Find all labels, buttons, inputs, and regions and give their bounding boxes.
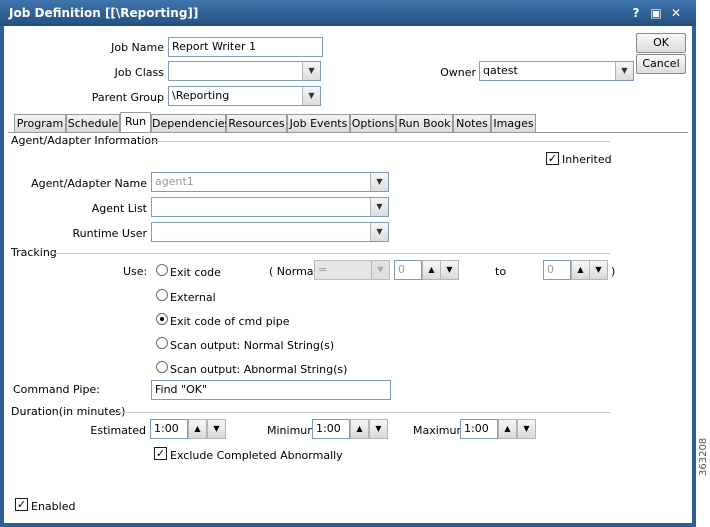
tracking-section-title: Tracking [11,246,57,259]
command-pipe-label: Command Pipe: [13,383,100,396]
spin-up-icon[interactable]: ▲ [422,260,441,280]
chevron-down-icon[interactable]: ▼ [302,87,320,105]
close-paren: ) [611,265,616,278]
estimated-label: Estimated [90,424,146,437]
job-name-input[interactable]: Report Writer 1 [168,37,323,57]
agent-name-label: Agent/Adapter Name [31,177,147,190]
job-class-label: Job Class [114,66,164,79]
spin-down-icon[interactable]: ▼ [589,260,608,280]
normal-operator-value: = [318,263,328,276]
chevron-down-icon[interactable]: ▼ [615,62,633,80]
normal-from-spinner[interactable]: 0 ▲ ▼ [394,260,460,280]
radio-scan-normal[interactable] [156,337,168,349]
radio-exit-code-label: Exit code [170,266,221,279]
job-name-label: Job Name [111,41,164,54]
runtime-user-select[interactable]: ▼ [151,222,389,242]
estimated-value[interactable]: 1:00 [150,419,188,439]
enabled-label: Enabled [31,500,76,513]
chevron-down-icon[interactable]: ▼ [370,198,388,216]
duration-section-line [112,412,610,413]
figure-id: 363208 [698,437,709,476]
chevron-down-icon[interactable]: ▼ [370,173,388,191]
spin-up-icon[interactable]: ▲ [350,419,369,439]
dialog-body: Job Name Report Writer 1 Job Class ▼ Par… [4,26,692,523]
spin-down-icon[interactable]: ▼ [369,419,388,439]
agent-list-label: Agent List [91,202,147,215]
close-icon[interactable]: ✕ [668,5,684,21]
radio-external-label: External [170,291,216,304]
help-icon[interactable]: ? [628,5,644,21]
inherited-checkbox[interactable]: ✓ [546,152,559,165]
radio-scan-abnormal-label: Scan output: Abnormal String(s) [170,363,348,376]
command-pipe-input[interactable]: Find "OK" [151,380,391,400]
runtime-user-label: Runtime User [72,227,147,240]
maximum-value[interactable]: 1:00 [460,419,498,439]
owner-value: qatest [483,64,518,77]
spin-down-icon[interactable]: ▼ [440,260,459,280]
parent-group-label: Parent Group [91,91,164,104]
normal-from-value[interactable]: 0 [394,260,422,280]
chevron-down-icon[interactable]: ▼ [371,261,389,279]
duration-section-title: Duration(in minutes) [11,405,126,418]
normal-to-spinner[interactable]: 0 ▲ ▼ [543,260,609,280]
parent-group-value: \Reporting [172,89,230,102]
ok-button[interactable]: OK [636,33,686,53]
to-label: to [495,265,507,278]
minimum-label: Minimum [267,424,318,437]
tab-run-book[interactable]: Run Book [396,114,453,133]
normal-operator-select[interactable]: = ▼ [314,260,390,280]
agent-name-select[interactable]: agent1 ▼ [151,172,389,192]
enabled-checkbox[interactable]: ✓ [15,498,28,511]
chevron-down-icon[interactable]: ▼ [370,223,388,241]
title-bar[interactable]: Job Definition [[\Reporting]] ? ▣ ✕ [0,0,696,26]
estimated-spinner[interactable]: 1:00 ▲ ▼ [150,419,228,439]
spin-down-icon[interactable]: ▼ [517,419,536,439]
spin-down-icon[interactable]: ▼ [207,419,226,439]
tab-images[interactable]: Images [491,114,536,133]
agent-name-value: agent1 [155,175,194,188]
chevron-down-icon[interactable]: ▼ [302,62,320,80]
restore-icon[interactable]: ▣ [648,5,664,21]
exclude-abnormal-checkbox[interactable]: ✓ [154,447,167,460]
minimum-spinner[interactable]: 1:00 ▲ ▼ [312,419,390,439]
owner-label: Owner [440,66,476,79]
radio-exit-code-cmd-pipe[interactable] [156,313,168,325]
owner-select[interactable]: qatest ▼ [479,61,634,81]
tab-job-events[interactable]: Job Events [287,114,350,133]
radio-exit-code-cmd-pipe-label: Exit code of cmd pipe [170,315,290,328]
spin-up-icon[interactable]: ▲ [571,260,590,280]
job-definition-window: Job Definition [[\Reporting]] ? ▣ ✕ Job … [0,0,696,527]
tab-panel-border [8,132,688,133]
minimum-value[interactable]: 1:00 [312,419,350,439]
radio-selected-dot [160,317,164,321]
maximum-spinner[interactable]: 1:00 ▲ ▼ [460,419,538,439]
tracking-section-line [54,253,610,254]
agent-section-title: Agent/Adapter Information [11,134,159,147]
exclude-abnormal-label: Exclude Completed Abnormally [170,449,343,462]
parent-group-select[interactable]: \Reporting ▼ [168,86,321,106]
spin-up-icon[interactable]: ▲ [498,419,517,439]
radio-scan-abnormal[interactable] [156,361,168,373]
use-label: Use: [123,265,148,278]
tab-dependencies[interactable]: Dependencies [151,114,230,133]
normal-label: ( Normal [269,265,317,278]
tab-run[interactable]: Run [120,112,151,133]
inherited-label: Inherited [562,153,612,166]
tab-options[interactable]: Options [350,114,396,133]
agent-list-select[interactable]: ▼ [151,197,389,217]
spin-up-icon[interactable]: ▲ [188,419,207,439]
radio-exit-code[interactable] [156,264,168,276]
tab-schedule[interactable]: Schedule [66,114,120,133]
tab-notes[interactable]: Notes [453,114,491,133]
job-class-select[interactable]: ▼ [168,61,321,81]
radio-external[interactable] [156,289,168,301]
tab-program[interactable]: Program [14,114,66,133]
normal-to-value[interactable]: 0 [543,260,571,280]
radio-scan-normal-label: Scan output: Normal String(s) [170,339,335,352]
cancel-button[interactable]: Cancel [636,54,686,74]
tab-resources[interactable]: Resources [226,114,287,133]
window-title: Job Definition [[\Reporting]] [9,6,199,20]
agent-section-line [150,141,610,142]
